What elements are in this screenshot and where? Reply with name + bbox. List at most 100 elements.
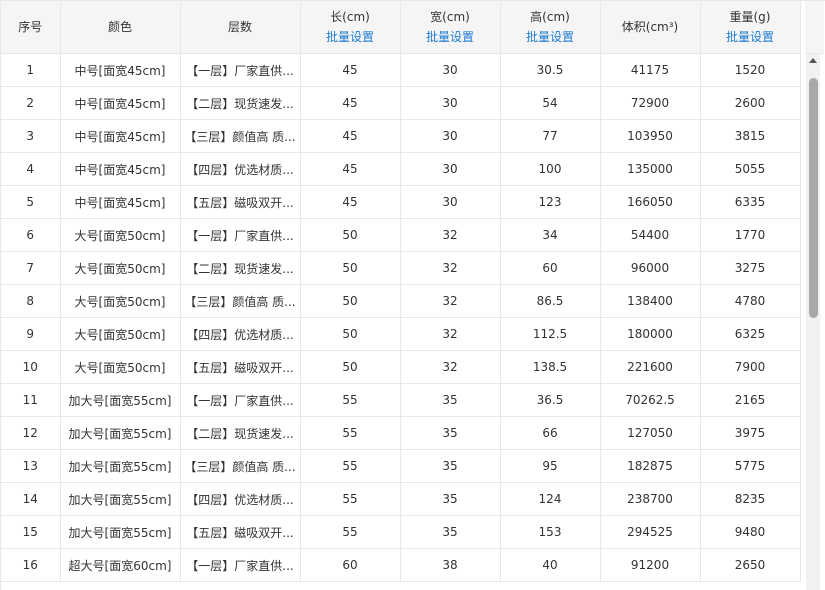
cell-length: 55 [300, 449, 401, 483]
header-volume: 体积(cm³) [600, 1, 701, 54]
cell-color: 加大号[面宽55cm] [60, 482, 181, 516]
cell-length: 50 [300, 218, 401, 252]
cell-index: 8 [1, 284, 61, 318]
cell-width: 30 [400, 119, 501, 153]
cell-height: 54 [500, 86, 601, 120]
cell-index: 1 [1, 53, 61, 87]
sku-grid: 序号 颜色 层数 长(cm) 批量设置 宽(cm) 批量设置 高(cm) 批量设… [1, 1, 801, 582]
cell-height: 40 [500, 548, 601, 582]
table-row: 14 加大号[面宽55cm] 【四层】优选材质... 55 35 124 238700 823… [1, 482, 801, 516]
cell-weight: 6335 [700, 185, 801, 219]
table-row: 9 大号[面宽50cm] 【四层】优选材质... 50 32 112.5 180000 632… [1, 317, 801, 351]
cell-layer: 【三层】颜值高 质... [180, 449, 301, 483]
cell-layer: 【四层】优选材质... [180, 482, 301, 516]
header-length-label: 长(cm) [330, 10, 370, 24]
cell-length: 45 [300, 185, 401, 219]
header-height: 高(cm) 批量设置 [500, 1, 601, 54]
cell-color: 中号[面宽45cm] [60, 86, 181, 120]
cell-height: 112.5 [500, 317, 601, 351]
cell-width: 30 [400, 86, 501, 120]
cell-color: 加大号[面宽55cm] [60, 383, 181, 417]
cell-height: 86.5 [500, 284, 601, 318]
cell-length: 55 [300, 383, 401, 417]
cell-volume: 135000 [600, 152, 701, 186]
cell-weight: 8235 [700, 482, 801, 516]
cell-height: 153 [500, 515, 601, 549]
cell-length: 55 [300, 416, 401, 450]
cell-index: 3 [1, 119, 61, 153]
cell-color: 加大号[面宽55cm] [60, 449, 181, 483]
header-width-label: 宽(cm) [430, 10, 470, 24]
cell-length: 55 [300, 482, 401, 516]
cell-height: 36.5 [500, 383, 601, 417]
cell-index: 11 [1, 383, 61, 417]
cell-height: 123 [500, 185, 601, 219]
cell-layer: 【三层】颜值高 质... [180, 284, 301, 318]
cell-index: 4 [1, 152, 61, 186]
table-row: 15 加大号[面宽55cm] 【五层】磁吸双开... 55 35 153 294525 948… [1, 515, 801, 549]
cell-width: 35 [400, 515, 501, 549]
cell-weight: 6325 [700, 317, 801, 351]
cell-layer: 【一层】厂家直供... [180, 53, 301, 87]
header-row: 序号 颜色 层数 长(cm) 批量设置 宽(cm) 批量设置 高(cm) 批量设… [1, 1, 801, 54]
cell-height: 77 [500, 119, 601, 153]
batch-set-height-link[interactable]: 批量设置 [501, 27, 600, 47]
cell-weight: 4780 [700, 284, 801, 318]
cell-index: 5 [1, 185, 61, 219]
cell-height: 34 [500, 218, 601, 252]
cell-weight: 9480 [700, 515, 801, 549]
cell-volume: 180000 [600, 317, 701, 351]
cell-width: 35 [400, 416, 501, 450]
cell-color: 中号[面宽45cm] [60, 185, 181, 219]
batch-set-weight-link[interactable]: 批量设置 [701, 27, 800, 47]
cell-height: 95 [500, 449, 601, 483]
table-row: 6 大号[面宽50cm] 【一层】厂家直供... 50 32 34 54400 1770 [1, 218, 801, 252]
cell-width: 30 [400, 185, 501, 219]
cell-layer: 【四层】优选材质... [180, 317, 301, 351]
cell-layer: 【二层】现货速发... [180, 251, 301, 285]
cell-length: 60 [300, 548, 401, 582]
cell-index: 14 [1, 482, 61, 516]
batch-set-length-link[interactable]: 批量设置 [301, 27, 400, 47]
cell-volume: 221600 [600, 350, 701, 384]
cell-volume: 54400 [600, 218, 701, 252]
table-row: 7 大号[面宽50cm] 【二层】现货速发... 50 32 60 96000 3275 [1, 251, 801, 285]
cell-volume: 294525 [600, 515, 701, 549]
batch-set-width-link[interactable]: 批量设置 [401, 27, 500, 47]
cell-width: 32 [400, 350, 501, 384]
cell-length: 50 [300, 317, 401, 351]
cell-volume: 127050 [600, 416, 701, 450]
cell-color: 大号[面宽50cm] [60, 251, 181, 285]
table-row: 3 中号[面宽45cm] 【三层】颜值高 质... 45 30 77 103950 3815 [1, 119, 801, 153]
cell-volume: 238700 [600, 482, 701, 516]
cell-layer: 【一层】厂家直供... [180, 548, 301, 582]
vertical-scrollbar[interactable] [806, 54, 820, 590]
table-row: 1 中号[面宽45cm] 【一层】厂家直供... 45 30 30.5 41175 1520 [1, 53, 801, 87]
header-filler [805, 1, 824, 54]
cell-width: 32 [400, 284, 501, 318]
cell-index: 2 [1, 86, 61, 120]
scroll-up-arrow-icon[interactable] [809, 58, 817, 63]
cell-width: 35 [400, 383, 501, 417]
cell-weight: 1520 [700, 53, 801, 87]
cell-layer: 【二层】现货速发... [180, 86, 301, 120]
cell-index: 9 [1, 317, 61, 351]
cell-color: 中号[面宽45cm] [60, 152, 181, 186]
cell-length: 55 [300, 515, 401, 549]
cell-weight: 5775 [700, 449, 801, 483]
cell-width: 35 [400, 482, 501, 516]
cell-width: 32 [400, 317, 501, 351]
cell-volume: 96000 [600, 251, 701, 285]
cell-length: 45 [300, 119, 401, 153]
cell-layer: 【三层】颜值高 质... [180, 119, 301, 153]
cell-weight: 2650 [700, 548, 801, 582]
header-index: 序号 [1, 1, 61, 54]
cell-layer: 【五层】磁吸双开... [180, 515, 301, 549]
cell-color: 大号[面宽50cm] [60, 284, 181, 318]
header-layers-label: 层数 [227, 20, 252, 34]
header-color: 颜色 [60, 1, 181, 54]
table-row: 13 加大号[面宽55cm] 【三层】颜值高 质... 55 35 95 182875 577… [1, 449, 801, 483]
cell-layer: 【五层】磁吸双开... [180, 350, 301, 384]
scroll-thumb[interactable] [809, 78, 818, 318]
cell-layer: 【四层】优选材质... [180, 152, 301, 186]
